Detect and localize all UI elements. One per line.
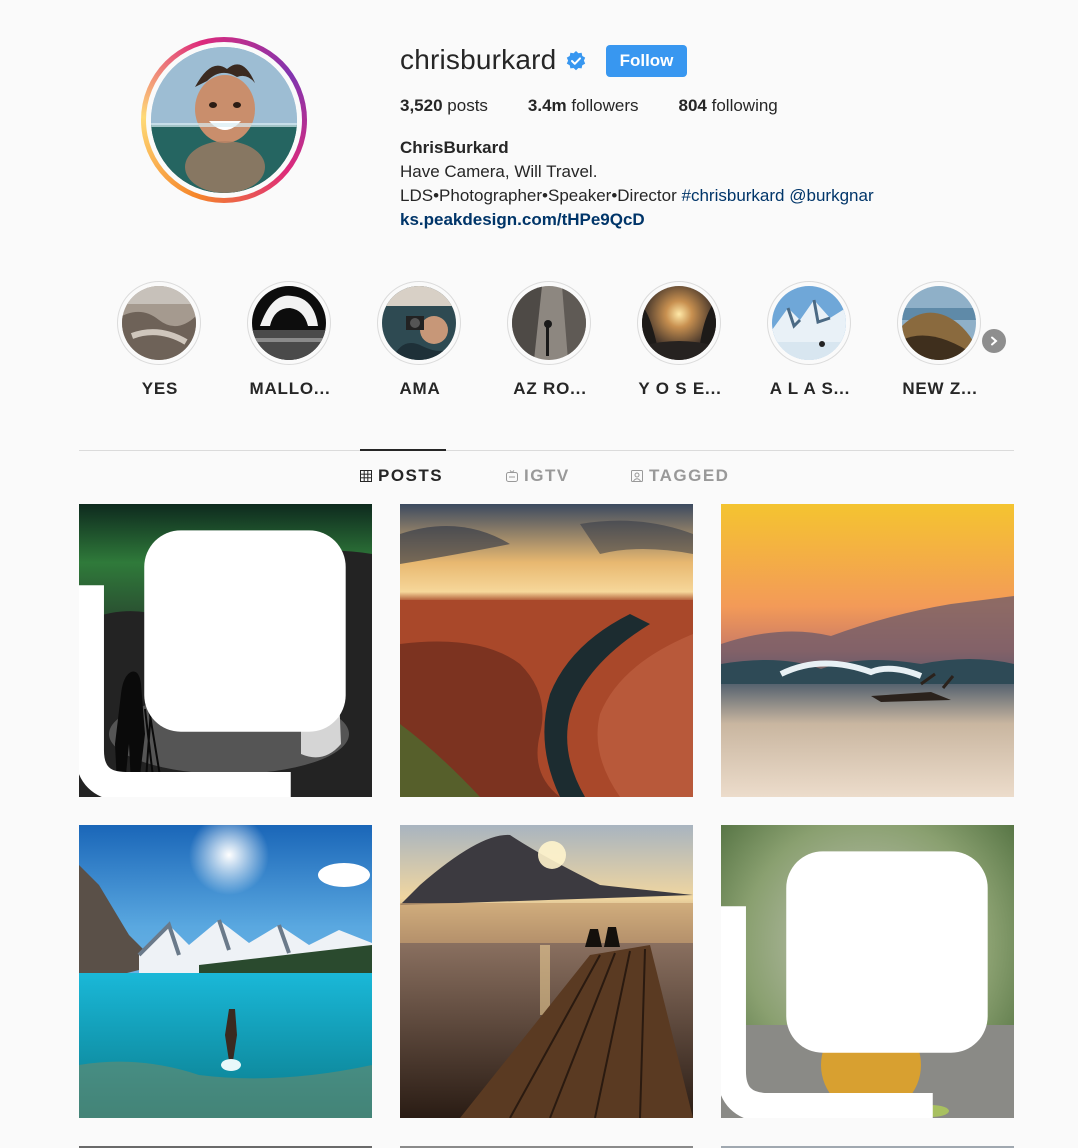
followers-count: 3.4m	[527, 96, 567, 115]
highlight-item[interactable]: AMA	[377, 281, 463, 399]
chevron-right-icon[interactable]	[982, 329, 1006, 353]
following-stat[interactable]: 804 following	[679, 96, 778, 116]
tv-icon	[506, 470, 518, 482]
bio-line-1: Have Camera, Will Travel.	[400, 162, 598, 181]
following-label: following	[711, 96, 778, 115]
tag-person-icon	[631, 470, 643, 482]
profile-username: chrisburkard	[400, 44, 557, 75]
post-tile[interactable]	[79, 825, 372, 1118]
highlight-label: AMA	[399, 379, 441, 398]
bio-external-link[interactable]: ks.peakdesign.com/tHPe9QcD	[400, 210, 645, 229]
tabs-divider	[79, 450, 1014, 451]
highlight-ring	[247, 281, 331, 365]
highlight-ring	[377, 281, 461, 365]
post-tile[interactable]	[721, 504, 1014, 797]
tab-tagged[interactable]: TAGGED	[631, 466, 729, 486]
profile-tabs: POSTS IGTV TAGGED	[0, 466, 1078, 490]
tab-posts-label: POSTS	[378, 466, 444, 485]
post-tile[interactable]	[400, 825, 693, 1118]
profile-stats: 3,520 posts 3.4m followers 804 following	[400, 96, 818, 116]
highlight-ring	[767, 281, 851, 365]
highlight-label: AZ RO...	[513, 379, 587, 398]
tab-igtv-label: IGTV	[524, 466, 570, 485]
avatar-gap	[146, 42, 302, 198]
bio-line-2: LDS•Photographer•Speaker•Director #chris…	[400, 184, 874, 208]
highlight-label: MALLO...	[249, 379, 331, 398]
post-tile[interactable]	[400, 504, 693, 797]
highlight-ring	[117, 281, 201, 365]
follow-button[interactable]: Follow	[606, 45, 687, 77]
tab-posts[interactable]: POSTS	[360, 466, 443, 486]
posts-label: posts	[447, 96, 488, 115]
posts-stat: 3,520 posts	[400, 96, 488, 116]
tab-tagged-label: TAGGED	[649, 466, 730, 485]
highlight-item[interactable]: NEW Z...	[897, 281, 983, 399]
highlight-item[interactable]: MALLO...	[247, 281, 333, 399]
verified-badge-icon	[566, 51, 586, 71]
post-tile[interactable]	[79, 504, 372, 797]
highlight-ring	[507, 281, 591, 365]
avatar-photo	[151, 47, 297, 193]
hashtag-link[interactable]: #chrisburkard	[682, 186, 785, 205]
mention-link[interactable]: @burkgnar	[789, 186, 873, 205]
profile-bio: ChrisBurkard Have Camera, Will Travel. L…	[400, 136, 874, 232]
tab-igtv[interactable]: IGTV	[506, 466, 570, 486]
active-tab-indicator	[360, 449, 446, 451]
highlight-ring	[637, 281, 721, 365]
story-highlights: YES MALLO... AMA AZ RO... Y O S E... A L…	[117, 281, 1017, 411]
highlight-item[interactable]: A L A S...	[767, 281, 853, 399]
bio-line-2-text: LDS•Photographer•Speaker•Director	[400, 186, 677, 205]
highlight-label: Y O S E...	[638, 379, 722, 398]
highlight-label: NEW Z...	[902, 379, 978, 398]
profile-avatar-ring[interactable]	[141, 37, 307, 203]
followers-stat[interactable]: 3.4m followers	[528, 96, 639, 116]
highlight-item[interactable]: YES	[117, 281, 203, 399]
highlight-item[interactable]: Y O S E...	[637, 281, 723, 399]
posts-count: 3,520	[400, 96, 443, 115]
highlight-label: YES	[141, 379, 179, 398]
highlight-label: A L A S...	[769, 379, 851, 398]
following-count: 804	[678, 96, 707, 115]
post-tile[interactable]	[721, 825, 1014, 1118]
profile-full-name: ChrisBurkard	[400, 138, 509, 157]
followers-label: followers	[571, 96, 639, 115]
highlight-item[interactable]: AZ RO...	[507, 281, 593, 399]
grid-icon	[360, 470, 372, 482]
carousel-icon	[721, 851, 988, 1118]
highlight-ring	[897, 281, 981, 365]
carousel-icon	[79, 530, 346, 797]
avatar[interactable]	[151, 47, 297, 193]
